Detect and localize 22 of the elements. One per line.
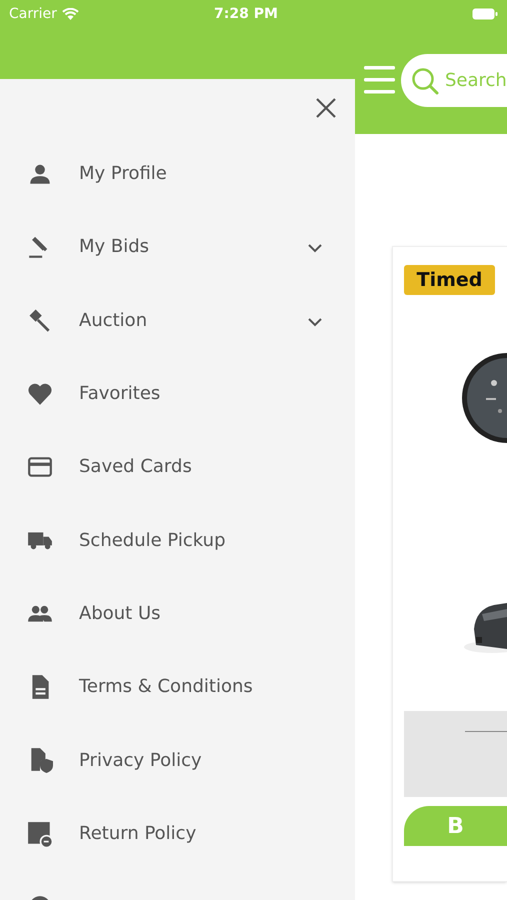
menu-item[interactable]: Favorites <box>79 380 160 408</box>
menu-item[interactable]: Auction <box>79 306 148 334</box>
close-icon[interactable] <box>316 98 336 118</box>
menu-item[interactable]: Privacy Policy <box>79 746 202 774</box>
clock-time: 7:28 PM <box>214 4 278 24</box>
menu-item[interactable]: Saved Cards <box>79 453 192 480</box>
search-field[interactable]: Search <box>401 54 507 107</box>
product-card[interactable]: Timed B <box>392 246 507 882</box>
carrier-label: Carrier <box>9 4 57 24</box>
menu-item[interactable]: About Us <box>79 600 160 627</box>
menu-item[interactable]: Return Policy <box>79 820 196 847</box>
menu-item[interactable]: My Bids <box>79 233 150 260</box>
menu-item[interactable]: Schedule Pickup <box>79 526 226 554</box>
search-icon <box>411 67 439 95</box>
menu-item[interactable]: Terms & Conditions <box>79 673 253 700</box>
battery-icon <box>472 8 498 20</box>
chevron-down-icon[interactable] <box>307 243 323 254</box>
menu-item[interactable]: My Profile <box>79 160 167 188</box>
box-return-icon <box>26 820 54 847</box>
chevron-down-icon[interactable] <box>307 316 323 327</box>
timed-badge: Timed <box>404 265 495 295</box>
wifi-icon <box>62 8 79 20</box>
